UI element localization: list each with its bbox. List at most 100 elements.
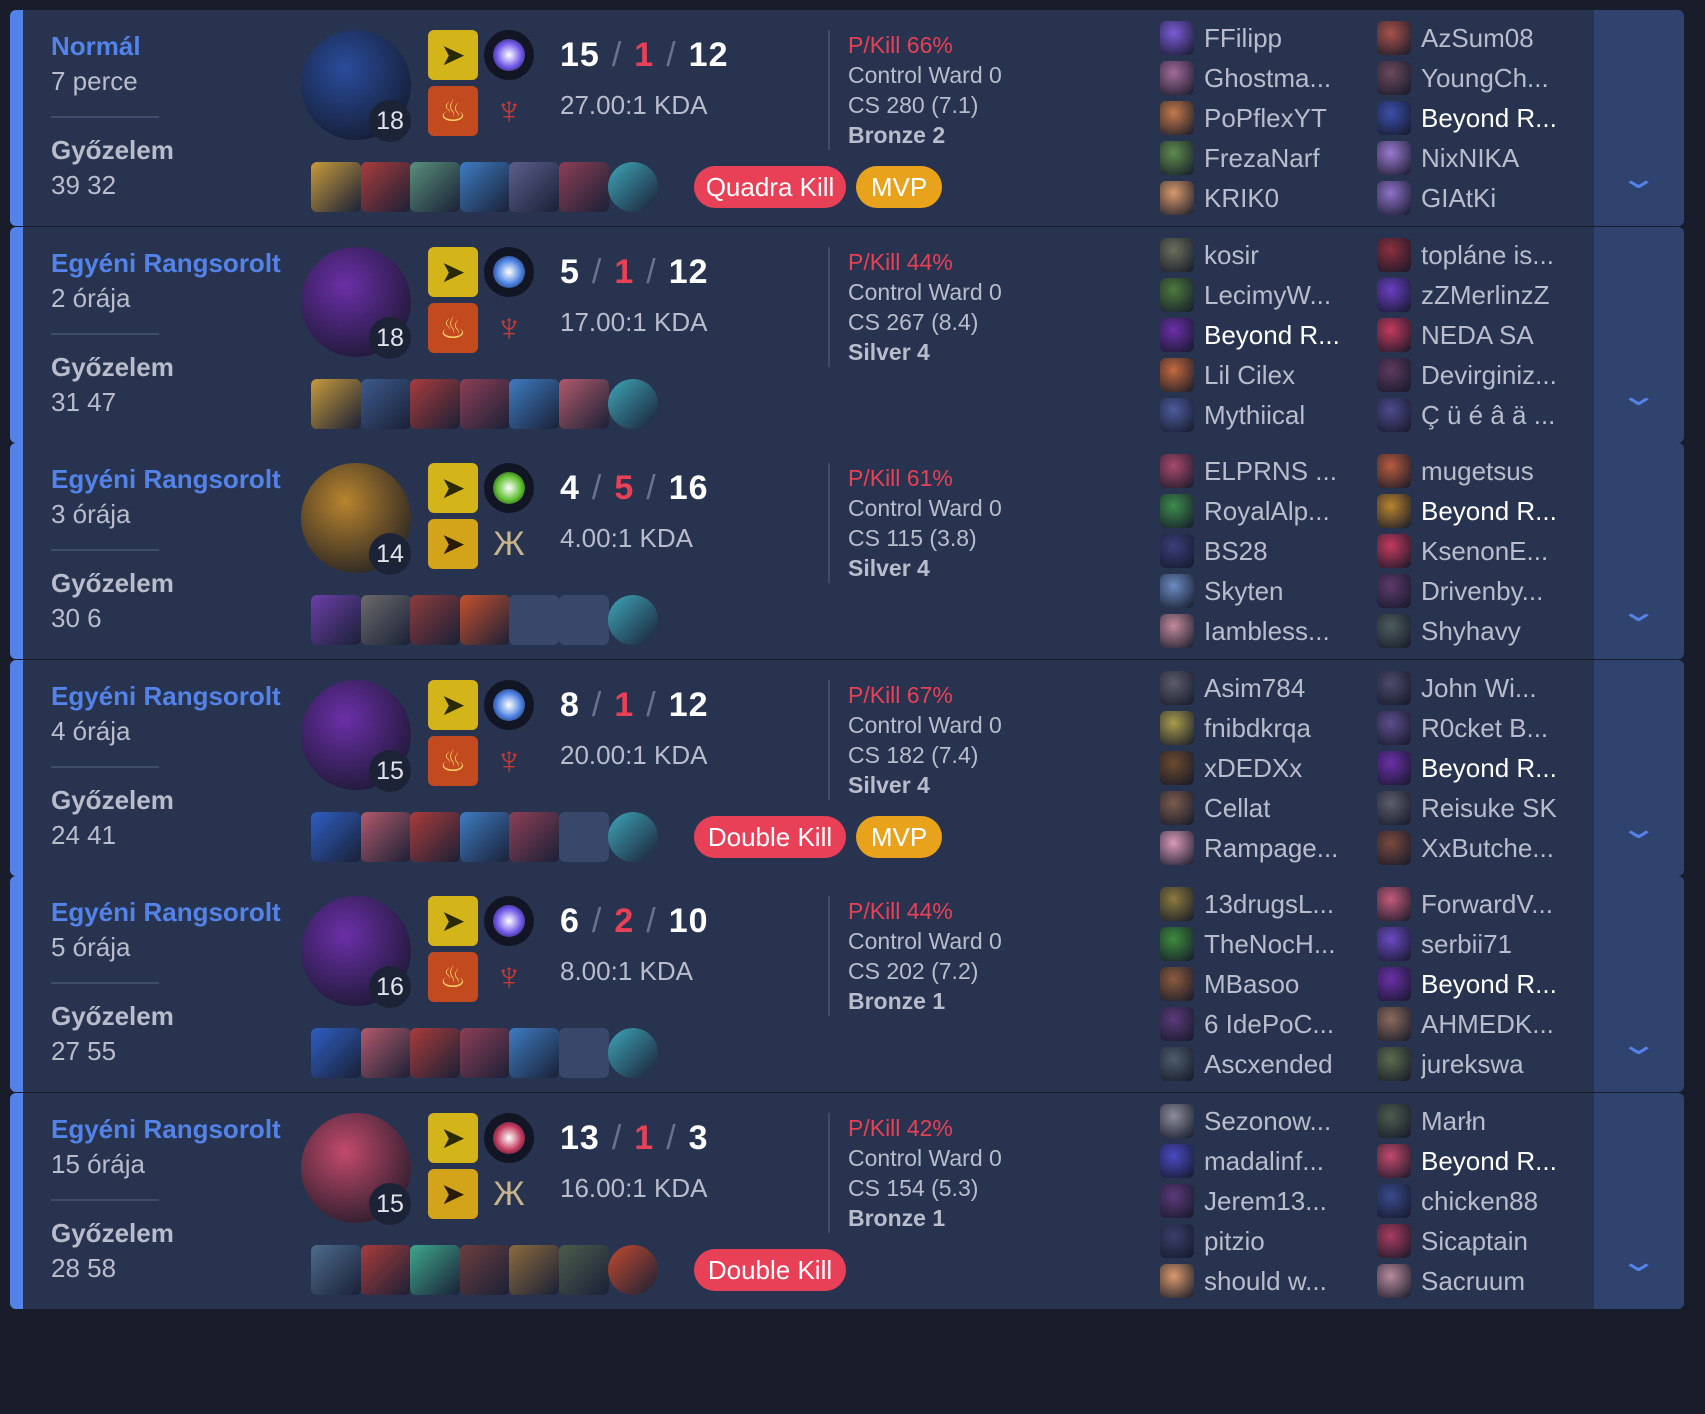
- player-name[interactable]: madalinf...: [1204, 1146, 1324, 1177]
- player-row[interactable]: XxButche...: [1377, 828, 1587, 868]
- player-name[interactable]: xDEDXx: [1204, 753, 1302, 784]
- item-icon[interactable]: [410, 379, 460, 429]
- item-icon[interactable]: [459, 1245, 510, 1295]
- player-name[interactable]: Mythiical: [1204, 400, 1305, 431]
- item-icon[interactable]: [459, 162, 510, 212]
- player-name[interactable]: BS28: [1204, 536, 1268, 567]
- player-row[interactable]: chicken88: [1377, 1181, 1587, 1221]
- player-row[interactable]: MBasoo: [1160, 964, 1370, 1004]
- player-row[interactable]: mugetsus: [1377, 451, 1587, 491]
- player-name[interactable]: Beyond R...: [1421, 753, 1557, 784]
- player-row[interactable]: Lil Cilex: [1160, 355, 1370, 395]
- player-row[interactable]: RoyalAlp...: [1160, 491, 1370, 531]
- player-row[interactable]: AzSum08: [1377, 18, 1587, 58]
- item-icon[interactable]: [311, 1028, 361, 1078]
- item-icon[interactable]: [360, 379, 411, 429]
- player-name[interactable]: AHMEDK...: [1421, 1009, 1554, 1040]
- item-icon[interactable]: [311, 1245, 361, 1295]
- item-icon[interactable]: [410, 1028, 460, 1078]
- player-name[interactable]: ForwardV...: [1421, 889, 1553, 920]
- player-row[interactable]: John Wi...: [1377, 668, 1587, 708]
- player-name[interactable]: LecimyW...: [1204, 280, 1331, 311]
- player-row[interactable]: Beyond R...: [1377, 748, 1587, 788]
- player-row[interactable]: Beyond R...: [1377, 964, 1587, 1004]
- player-name[interactable]: NEDA SA: [1421, 320, 1534, 351]
- item-icon[interactable]: [509, 1245, 559, 1295]
- expand-button[interactable]: ⌄: [1594, 10, 1684, 226]
- player-name[interactable]: pitzio: [1204, 1226, 1265, 1257]
- player-name[interactable]: 13drugsL...: [1204, 889, 1334, 920]
- player-name[interactable]: Sacruum: [1421, 1266, 1525, 1297]
- player-name[interactable]: Asim784: [1204, 673, 1305, 704]
- player-name[interactable]: Marłn: [1421, 1106, 1486, 1137]
- player-name[interactable]: Ç ü é â ä ...: [1421, 400, 1555, 431]
- expand-button[interactable]: ⌄: [1594, 443, 1684, 659]
- player-row[interactable]: KsenonE...: [1377, 531, 1587, 571]
- match-card[interactable]: Egyéni Rangsorolt 3 órája Győzelem 30 6 14 ➤ ➤…: [10, 443, 1684, 659]
- player-name[interactable]: Beyond R...: [1421, 103, 1557, 134]
- player-row[interactable]: Beyond R...: [1377, 1141, 1587, 1181]
- player-row[interactable]: Beyond R...: [1377, 98, 1587, 138]
- player-name[interactable]: PoPflexYT: [1204, 103, 1327, 134]
- player-row[interactable]: Ascxended: [1160, 1044, 1370, 1084]
- item-icon[interactable]: [558, 1245, 609, 1295]
- player-name[interactable]: R0cket B...: [1421, 713, 1548, 744]
- player-row[interactable]: 6 IdePoC...: [1160, 1004, 1370, 1044]
- player-name[interactable]: Ghostma...: [1204, 63, 1331, 94]
- player-row[interactable]: BS28: [1160, 531, 1370, 571]
- item-icon[interactable]: [459, 379, 510, 429]
- player-row[interactable]: R0cket B...: [1377, 708, 1587, 748]
- match-card[interactable]: Egyéni Rangsorolt 4 órája Győzelem 24 41 15 ➤…: [10, 660, 1684, 876]
- item-icon[interactable]: [410, 595, 460, 645]
- match-card[interactable]: Normál 7 perce Győzelem 39 32 18 ➤ ♨ ♆ 15 / 1 / 12 27…: [10, 10, 1684, 226]
- trinket-icon[interactable]: [608, 1245, 658, 1295]
- expand-button[interactable]: ⌄: [1594, 660, 1684, 876]
- player-row[interactable]: ELPRNS ...: [1160, 451, 1370, 491]
- player-name[interactable]: 6 IdePoC...: [1204, 1009, 1334, 1040]
- item-icon[interactable]: [360, 1245, 411, 1295]
- item-icon[interactable]: [459, 1028, 510, 1078]
- player-row[interactable]: Rampage...: [1160, 828, 1370, 868]
- item-icon[interactable]: [360, 595, 411, 645]
- player-row[interactable]: Jerem13...: [1160, 1181, 1370, 1221]
- player-name[interactable]: Rampage...: [1204, 833, 1338, 864]
- player-name[interactable]: Skyten: [1204, 576, 1284, 607]
- item-icon[interactable]: [509, 162, 559, 212]
- player-row[interactable]: 13drugsL...: [1160, 884, 1370, 924]
- player-row[interactable]: ForwardV...: [1377, 884, 1587, 924]
- player-row[interactable]: Sacruum: [1377, 1261, 1587, 1301]
- match-card[interactable]: Egyéni Rangsorolt 15 órája Győzelem 28 58 15…: [10, 1093, 1684, 1309]
- expand-button[interactable]: ⌄: [1594, 227, 1684, 443]
- match-card[interactable]: Egyéni Rangsorolt 2 órája Győzelem 31 47 18 ➤…: [10, 227, 1684, 443]
- player-row[interactable]: zZMerlinzZ: [1377, 275, 1587, 315]
- player-name[interactable]: kosir: [1204, 240, 1259, 271]
- player-row[interactable]: FFilipp: [1160, 18, 1370, 58]
- player-name[interactable]: RoyalAlp...: [1204, 496, 1330, 527]
- player-name[interactable]: Lil Cilex: [1204, 360, 1295, 391]
- player-name[interactable]: Ascxended: [1204, 1049, 1333, 1080]
- item-icon[interactable]: [360, 812, 411, 862]
- player-name[interactable]: MBasoo: [1204, 969, 1299, 1000]
- player-row[interactable]: PoPflexYT: [1160, 98, 1370, 138]
- item-icon[interactable]: [311, 812, 361, 862]
- player-row[interactable]: Skyten: [1160, 571, 1370, 611]
- item-icon[interactable]: [311, 379, 361, 429]
- player-name[interactable]: serbii71: [1421, 929, 1512, 960]
- player-row[interactable]: Ghostma...: [1160, 58, 1370, 98]
- player-name[interactable]: Sicaptain: [1421, 1226, 1528, 1257]
- expand-button[interactable]: ⌄: [1594, 876, 1684, 1092]
- item-icon[interactable]: [410, 812, 460, 862]
- player-row[interactable]: kosir: [1160, 235, 1370, 275]
- player-row[interactable]: should w...: [1160, 1261, 1370, 1301]
- player-name[interactable]: Iambless...: [1204, 616, 1330, 647]
- player-name[interactable]: TheNocH...: [1204, 929, 1336, 960]
- player-row[interactable]: NEDA SA: [1377, 315, 1587, 355]
- ward-icon[interactable]: [608, 162, 658, 212]
- ward-icon[interactable]: [608, 595, 658, 645]
- player-row[interactable]: Beyond R...: [1160, 315, 1370, 355]
- player-row[interactable]: Drivenby...: [1377, 571, 1587, 611]
- player-row[interactable]: AHMEDK...: [1377, 1004, 1587, 1044]
- item-icon[interactable]: [311, 162, 361, 212]
- player-row[interactable]: Beyond R...: [1377, 491, 1587, 531]
- item-icon[interactable]: [558, 379, 609, 429]
